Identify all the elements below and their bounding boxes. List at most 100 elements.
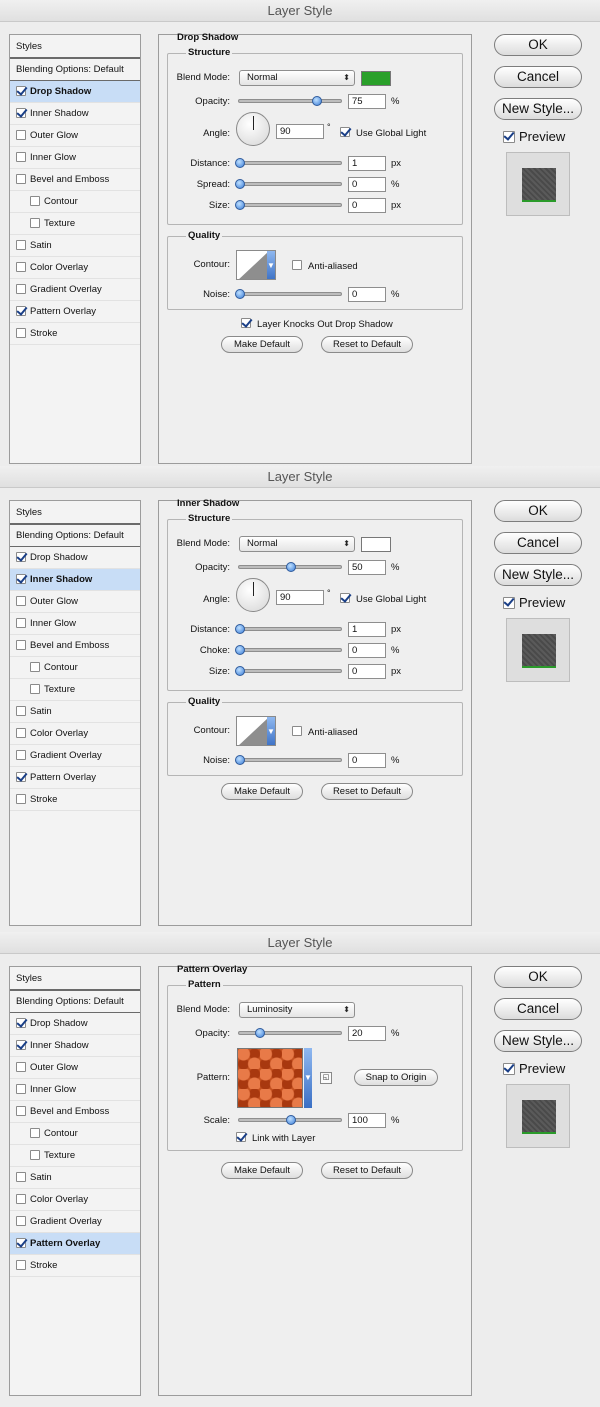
style-checkbox[interactable]: [16, 1084, 26, 1094]
make-default-button[interactable]: Make Default: [221, 1162, 303, 1179]
spread-slider-knob[interactable]: [235, 179, 245, 189]
style-item-drop-shadow[interactable]: Drop Shadow: [10, 81, 140, 103]
ok-button[interactable]: OK: [494, 500, 582, 522]
style-item-contour[interactable]: Contour: [10, 657, 140, 679]
style-checkbox[interactable]: [16, 596, 26, 606]
style-checkbox[interactable]: [16, 284, 26, 294]
style-item-outer-glow[interactable]: Outer Glow: [10, 1057, 140, 1079]
style-item-inner-shadow[interactable]: Inner Shadow: [10, 103, 140, 125]
style-item-blending-options-default[interactable]: Blending Options: Default: [10, 59, 140, 81]
style-checkbox[interactable]: [16, 640, 26, 650]
style-checkbox[interactable]: [30, 1150, 40, 1160]
style-item-bevel-and-emboss[interactable]: Bevel and Emboss: [10, 169, 140, 191]
style-item-outer-glow[interactable]: Outer Glow: [10, 125, 140, 147]
size-input[interactable]: 0: [348, 664, 386, 679]
contour-picker[interactable]: ▼: [236, 250, 276, 280]
distance-slider[interactable]: [235, 158, 342, 168]
style-checkbox[interactable]: [16, 1040, 26, 1050]
style-checkbox[interactable]: [30, 684, 40, 694]
style-item-stroke[interactable]: Stroke: [10, 789, 140, 811]
style-checkbox[interactable]: [16, 794, 26, 804]
use-global-light-checkbox[interactable]: [340, 593, 350, 603]
cancel-button[interactable]: Cancel: [494, 66, 582, 88]
style-item-inner-glow[interactable]: Inner Glow: [10, 1079, 140, 1101]
scale-input[interactable]: 100: [348, 1113, 386, 1128]
style-checkbox[interactable]: [16, 750, 26, 760]
style-checkbox[interactable]: [16, 1238, 26, 1248]
style-checkbox[interactable]: [16, 618, 26, 628]
contour-dropdown-icon[interactable]: ▼: [267, 251, 275, 279]
style-item-texture[interactable]: Texture: [10, 679, 140, 701]
style-item-contour[interactable]: Contour: [10, 191, 140, 213]
style-checkbox[interactable]: [30, 1128, 40, 1138]
style-checkbox[interactable]: [16, 174, 26, 184]
style-checkbox[interactable]: [30, 196, 40, 206]
style-item-texture[interactable]: Texture: [10, 213, 140, 235]
style-item-outer-glow[interactable]: Outer Glow: [10, 591, 140, 613]
anti-aliased-checkbox[interactable]: [292, 726, 302, 736]
cancel-button[interactable]: Cancel: [494, 532, 582, 554]
style-checkbox[interactable]: [16, 130, 26, 140]
choke-slider-knob[interactable]: [235, 645, 245, 655]
preview-toggle[interactable]: Preview: [503, 1061, 565, 1076]
opacity-slider-knob[interactable]: [286, 562, 296, 572]
cancel-button[interactable]: Cancel: [494, 998, 582, 1020]
pattern-dropdown-icon[interactable]: ▼: [304, 1048, 312, 1108]
angle-input[interactable]: 90: [276, 590, 324, 605]
style-item-pattern-overlay[interactable]: Pattern Overlay: [10, 1233, 140, 1255]
style-item-blending-options-default[interactable]: Blending Options: Default: [10, 991, 140, 1013]
style-item-gradient-overlay[interactable]: Gradient Overlay: [10, 1211, 140, 1233]
style-item-contour[interactable]: Contour: [10, 1123, 140, 1145]
ok-button[interactable]: OK: [494, 34, 582, 56]
blend-mode-select[interactable]: Luminosity ⬍: [239, 1002, 355, 1018]
opacity-slider[interactable]: [238, 96, 342, 106]
style-item-bevel-and-emboss[interactable]: Bevel and Emboss: [10, 1101, 140, 1123]
use-global-light-checkbox[interactable]: [340, 127, 350, 137]
style-item-stroke[interactable]: Stroke: [10, 1255, 140, 1277]
style-checkbox[interactable]: [30, 662, 40, 672]
style-item-pattern-overlay[interactable]: Pattern Overlay: [10, 301, 140, 323]
style-item-stroke[interactable]: Stroke: [10, 323, 140, 345]
make-default-button[interactable]: Make Default: [221, 336, 303, 353]
angle-dial[interactable]: [236, 578, 270, 612]
style-checkbox[interactable]: [16, 1062, 26, 1072]
distance-input[interactable]: 1: [348, 156, 386, 171]
reset-to-default-button[interactable]: Reset to Default: [321, 336, 413, 353]
preview-checkbox[interactable]: [503, 131, 515, 143]
new-style-button[interactable]: New Style...: [494, 1030, 582, 1052]
style-item-inner-glow[interactable]: Inner Glow: [10, 147, 140, 169]
style-checkbox[interactable]: [16, 1018, 26, 1028]
size-slider-knob[interactable]: [235, 200, 245, 210]
preview-toggle[interactable]: Preview: [503, 595, 565, 610]
blend-mode-select[interactable]: Normal ⬍: [239, 70, 355, 86]
style-checkbox[interactable]: [16, 328, 26, 338]
style-checkbox[interactable]: [16, 1260, 26, 1270]
opacity-slider[interactable]: [238, 1028, 342, 1038]
opacity-input[interactable]: 20: [348, 1026, 386, 1041]
anti-aliased-checkbox[interactable]: [292, 260, 302, 270]
style-item-satin[interactable]: Satin: [10, 235, 140, 257]
style-checkbox[interactable]: [30, 218, 40, 228]
noise-input[interactable]: 0: [348, 287, 386, 302]
new-style-button[interactable]: New Style...: [494, 564, 582, 586]
style-checkbox[interactable]: [16, 1216, 26, 1226]
style-item-drop-shadow[interactable]: Drop Shadow: [10, 1013, 140, 1035]
layer-knocks-out-checkbox[interactable]: [241, 318, 251, 328]
opacity-slider-knob[interactable]: [312, 96, 322, 106]
style-item-gradient-overlay[interactable]: Gradient Overlay: [10, 745, 140, 767]
style-item-inner-glow[interactable]: Inner Glow: [10, 613, 140, 635]
style-item-inner-shadow[interactable]: Inner Shadow: [10, 1035, 140, 1057]
ok-button[interactable]: OK: [494, 966, 582, 988]
style-item-texture[interactable]: Texture: [10, 1145, 140, 1167]
noise-slider-knob[interactable]: [235, 755, 245, 765]
size-slider-knob[interactable]: [235, 666, 245, 676]
new-style-button[interactable]: New Style...: [494, 98, 582, 120]
scale-slider[interactable]: [238, 1115, 342, 1125]
style-checkbox[interactable]: [16, 240, 26, 250]
blend-mode-select[interactable]: Normal ⬍: [239, 536, 355, 552]
make-default-button[interactable]: Make Default: [221, 783, 303, 800]
size-slider[interactable]: [235, 666, 342, 676]
preview-checkbox[interactable]: [503, 1063, 515, 1075]
preview-checkbox[interactable]: [503, 597, 515, 609]
style-checkbox[interactable]: [16, 108, 26, 118]
